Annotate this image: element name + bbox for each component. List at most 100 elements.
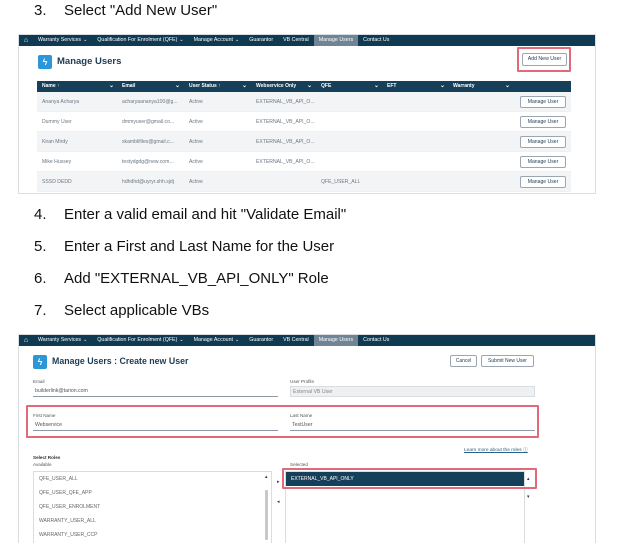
manage-user-button[interactable]: Manage User bbox=[520, 156, 566, 168]
move-up-icon[interactable]: ▴ bbox=[527, 476, 530, 482]
manage-user-button[interactable]: Manage User bbox=[520, 136, 566, 148]
cell-webservice: EXTERNAL_VB_API_O... bbox=[256, 159, 315, 165]
list-item[interactable]: QFE_USER_ALL bbox=[34, 472, 271, 486]
home-icon[interactable]: ⌂ bbox=[19, 35, 33, 46]
step-number: 3. bbox=[34, 2, 47, 19]
nav-manage-account[interactable]: Manage Account ⌄ bbox=[189, 35, 245, 46]
cell-status: Active bbox=[189, 139, 203, 145]
list-item[interactable]: WARRANTY_USER_CCP bbox=[34, 528, 271, 542]
list-item[interactable]: QFE_USER_ENROLMENT bbox=[34, 500, 271, 514]
chevron-down-icon: ⌄ bbox=[235, 37, 240, 43]
first-name-label: First Name bbox=[33, 413, 56, 418]
scroll-up-icon[interactable]: ▴ bbox=[265, 474, 268, 480]
cell-email: testydgdg@new.com... bbox=[122, 159, 174, 165]
lightning-icon: ϟ bbox=[33, 355, 47, 369]
nav-guarantor[interactable]: Guarantor bbox=[244, 335, 278, 346]
move-left-icon[interactable]: ◂ bbox=[277, 499, 280, 505]
table-row: Mike Hussey testydgdg@new.com... Active … bbox=[37, 152, 571, 172]
chevron-down-icon: ⌄ bbox=[235, 337, 240, 343]
cell-name: Kiran Mirdy bbox=[42, 139, 68, 145]
chevron-down-icon: ⌄ bbox=[83, 337, 88, 343]
cell-qfe: QFE_USER_ALL bbox=[321, 179, 361, 185]
cell-email: hdhdhd@uyryr.shh.sjdj bbox=[122, 179, 174, 185]
step-text: Select applicable VBs bbox=[64, 302, 210, 319]
manage-users-screenshot: ⌂ Warranty Services ⌄ Qualification For E… bbox=[18, 34, 596, 194]
cell-email: acharyaananya100@g... bbox=[122, 99, 178, 105]
column-header-email[interactable]: Email bbox=[122, 81, 135, 92]
nav-manage-users[interactable]: Manage Users bbox=[313, 35, 359, 46]
cell-webservice: EXTERNAL_VB_API_O... bbox=[256, 99, 315, 105]
cell-webservice: EXTERNAL_VB_API_O... bbox=[256, 139, 315, 145]
nav-contact-us[interactable]: Contact Us bbox=[358, 335, 394, 346]
cell-email: dmmyuser@gmail.co... bbox=[122, 119, 175, 125]
nav-vb-central[interactable]: VB Central bbox=[278, 35, 314, 46]
step-4: 4. Enter a valid email and hit "Validate … bbox=[34, 206, 346, 223]
step-7: 7. Select applicable VBs bbox=[34, 302, 209, 319]
step-number: 4. bbox=[34, 206, 47, 223]
top-nav: ⌂ Warranty Services ⌄ Qualification For E… bbox=[19, 335, 595, 346]
chevron-down-icon: ⌄ bbox=[179, 337, 184, 343]
step-number: 7. bbox=[34, 302, 47, 319]
column-header-eft[interactable]: EFT bbox=[387, 81, 396, 92]
cell-email: skamblifiles@gmail.c... bbox=[122, 139, 174, 145]
available-label: Available bbox=[33, 462, 52, 467]
nav-contact-us[interactable]: Contact Us bbox=[358, 35, 394, 46]
nav-warranty-services[interactable]: Warranty Services ⌄ bbox=[33, 335, 92, 346]
cell-status: Active bbox=[189, 119, 203, 125]
cell-name: Ananya Acharya bbox=[42, 99, 80, 105]
step-number: 5. bbox=[34, 238, 47, 255]
user-profile-label: User Profile bbox=[290, 379, 314, 384]
info-icon: ⓘ bbox=[522, 448, 528, 453]
highlight-box bbox=[282, 468, 537, 489]
step-text: Enter a valid email and hit "Validate Em… bbox=[64, 206, 347, 223]
home-icon[interactable]: ⌂ bbox=[19, 335, 33, 346]
list-item[interactable]: QFE_USER_QFE_APP bbox=[34, 486, 271, 500]
table-row: Dummy User dmmyuser@gmail.co... Active E… bbox=[37, 112, 571, 132]
table-header: Name ↑ ⌄ Email ⌄ User Status ↑ ⌄ Webserv… bbox=[37, 81, 571, 92]
page-title: Manage Users bbox=[57, 56, 122, 67]
column-header-status[interactable]: User Status ↑ bbox=[189, 81, 221, 92]
column-header-name[interactable]: Name ↑ bbox=[42, 81, 60, 92]
cell-status: Active bbox=[189, 179, 203, 185]
column-header-warranty[interactable]: Warranty bbox=[453, 81, 475, 92]
column-header-qfe[interactable]: QFE bbox=[321, 81, 331, 92]
manage-user-button[interactable]: Manage User bbox=[520, 96, 566, 108]
nav-vb-central[interactable]: VB Central bbox=[278, 335, 314, 346]
user-profile-field: External VB User bbox=[290, 386, 535, 397]
submit-new-user-button[interactable]: Submit New User bbox=[481, 355, 534, 367]
nav-manage-account[interactable]: Manage Account ⌄ bbox=[189, 335, 245, 346]
available-roles-list[interactable]: QFE_USER_ALL QFE_USER_QFE_APP QFE_USER_E… bbox=[33, 471, 272, 543]
nav-qfe[interactable]: Qualification For Enrolment (QFE) ⌄ bbox=[92, 35, 188, 46]
step-3: 3. Select "Add New User" bbox=[34, 2, 217, 19]
list-item[interactable]: WARRANTY_USER_ALL bbox=[34, 514, 271, 528]
cell-status: Active bbox=[189, 159, 203, 165]
manage-user-button[interactable]: Manage User bbox=[520, 116, 566, 128]
cell-name: Mike Hussey bbox=[42, 159, 72, 165]
email-label: Email bbox=[33, 379, 45, 384]
step-6: 6. Add "EXTERNAL_VB_API_ONLY" Role bbox=[34, 270, 329, 287]
nav-qfe[interactable]: Qualification For Enrolment (QFE) ⌄ bbox=[92, 335, 188, 346]
table-row: Ananya Acharya acharyaananya100@g... Act… bbox=[37, 92, 571, 112]
move-down-icon[interactable]: ▾ bbox=[527, 494, 530, 500]
cancel-button[interactable]: Cancel bbox=[450, 355, 477, 367]
select-roles-heading: Select Roles bbox=[33, 455, 61, 460]
learn-more-link[interactable]: Learn more about the roles ⓘ bbox=[464, 446, 528, 453]
selected-label: Selected bbox=[290, 462, 308, 467]
email-field[interactable]: builderlink@tarion.com bbox=[33, 386, 278, 397]
step-text: Select "Add New User" bbox=[64, 2, 218, 19]
column-header-webservice[interactable]: Webservice Only bbox=[256, 81, 296, 92]
nav-guarantor[interactable]: Guarantor bbox=[244, 35, 278, 46]
nav-warranty-services[interactable]: Warranty Services ⌄ bbox=[33, 35, 92, 46]
nav-manage-users[interactable]: Manage Users bbox=[313, 335, 359, 346]
lightning-icon: ϟ bbox=[38, 55, 52, 69]
scrollbar[interactable] bbox=[265, 490, 268, 540]
step-number: 6. bbox=[34, 270, 47, 287]
manage-user-button[interactable]: Manage User bbox=[520, 176, 566, 188]
table-row: Kiran Mirdy skamblifiles@gmail.c... Acti… bbox=[37, 132, 571, 152]
last-name-field[interactable]: TestUser bbox=[290, 420, 535, 431]
add-new-user-button[interactable]: Add New User bbox=[522, 53, 567, 66]
step-5: 5. Enter a First and Last Name for the Us… bbox=[34, 238, 334, 255]
first-name-field[interactable]: Webservice bbox=[33, 420, 278, 431]
move-right-icon[interactable]: ▸ bbox=[277, 479, 280, 485]
last-name-label: Last Name bbox=[290, 413, 313, 418]
